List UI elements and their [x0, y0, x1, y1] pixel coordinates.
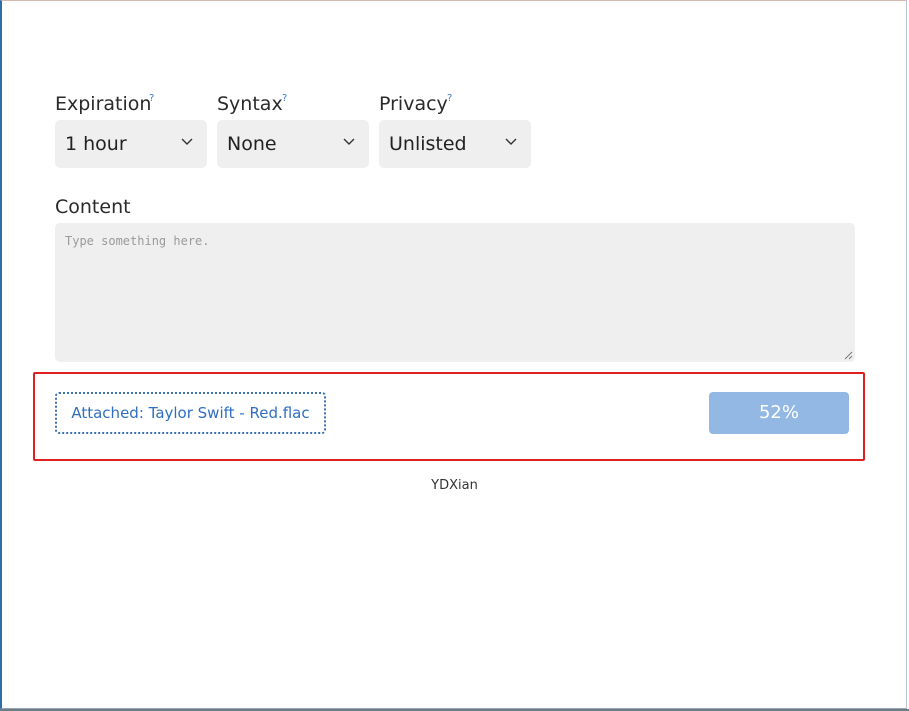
- privacy-help-icon[interactable]: ?: [447, 94, 452, 104]
- chevron-down-icon: [505, 138, 517, 145]
- content-placeholder: Type something here.: [65, 234, 210, 248]
- resize-grip-icon[interactable]: [843, 350, 853, 360]
- privacy-select-value: Unlisted: [389, 133, 467, 155]
- chevron-down-icon: [181, 138, 193, 145]
- expiration-select[interactable]: 1 hour: [55, 120, 207, 168]
- privacy-label: Privacy: [379, 93, 448, 115]
- expiration-label: Expiration: [55, 93, 152, 115]
- content-label: Content: [55, 196, 131, 218]
- expiration-select-value: 1 hour: [65, 133, 127, 155]
- syntax-help-icon[interactable]: ?: [282, 94, 287, 104]
- footer-credit: YDXian: [431, 478, 478, 493]
- syntax-select-value: None: [227, 133, 277, 155]
- content-textarea[interactable]: Type something here.: [55, 223, 855, 362]
- syntax-label: Syntax: [217, 93, 283, 115]
- syntax-select[interactable]: None: [217, 120, 369, 168]
- chevron-down-icon: [343, 138, 355, 145]
- privacy-select[interactable]: Unlisted: [379, 120, 531, 168]
- upload-progress-button[interactable]: 52%: [709, 392, 849, 434]
- attached-file-button[interactable]: Attached: Taylor Swift - Red.flac: [55, 392, 326, 434]
- expiration-help-icon[interactable]: ?: [149, 94, 154, 104]
